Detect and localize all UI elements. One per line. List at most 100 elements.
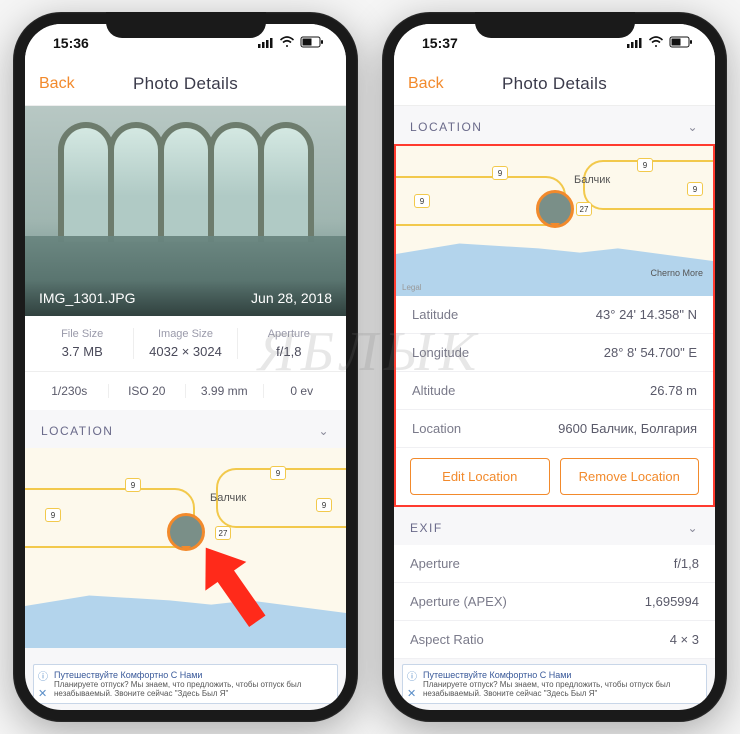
chevron-down-icon: ⌄ xyxy=(687,120,699,134)
navbar: Back Photo Details xyxy=(25,62,346,106)
map-city-label: Балчик xyxy=(210,492,246,504)
aperture-cell: Aperture f/1,8 xyxy=(238,328,340,359)
wifi-icon xyxy=(648,35,664,51)
road-shield: 9 xyxy=(45,508,61,522)
exif-aperture-value: f/1,8 xyxy=(674,556,699,571)
battery-icon xyxy=(300,35,324,51)
location-header[interactable]: LOCATION ⌄ xyxy=(394,106,715,144)
notch xyxy=(106,12,266,38)
exif-aperture-label: Aperture xyxy=(410,556,460,571)
status-right xyxy=(627,35,693,51)
exif-header-label: EXIF xyxy=(410,521,443,535)
page-title: Photo Details xyxy=(133,74,238,94)
notch xyxy=(475,12,635,38)
aperture-value: f/1,8 xyxy=(238,344,340,359)
photo-overlay: IMG_1301.JPG Jun 28, 2018 xyxy=(25,280,346,316)
back-button[interactable]: Back xyxy=(408,75,444,93)
location-header[interactable]: LOCATION ⌄ xyxy=(25,410,346,448)
status-right xyxy=(258,35,324,51)
map-pin[interactable] xyxy=(536,190,574,228)
altitude-row: Altitude 26.78 m xyxy=(396,372,713,410)
filesize-label: File Size xyxy=(31,328,133,340)
road-shield: 9 xyxy=(316,498,332,512)
signal-icon xyxy=(258,35,274,51)
latitude-label: Latitude xyxy=(412,307,458,322)
filename: IMG_1301.JPG xyxy=(39,290,136,306)
stats-row: 1/230s ISO 20 3.99 mm 0 ev xyxy=(25,372,346,410)
wifi-icon xyxy=(279,35,295,51)
map-pin[interactable] xyxy=(167,513,205,551)
ad-info-icon[interactable]: ⓘ xyxy=(407,668,417,683)
page-title: Photo Details xyxy=(502,74,607,94)
location-header-label: LOCATION xyxy=(410,120,482,134)
ad-banner[interactable]: ⓘ ✕ Путешествуйте Комфортно С Нами Плани… xyxy=(402,664,707,704)
remove-location-button[interactable]: Remove Location xyxy=(560,458,700,495)
location-value: 9600 Балчик, Болгария xyxy=(558,421,697,436)
status-time: 15:37 xyxy=(422,35,458,51)
shutter-value: 1/230s xyxy=(31,384,109,398)
ev-value: 0 ev xyxy=(264,384,341,398)
status-time: 15:36 xyxy=(53,35,89,51)
phone-right: 15:37 Back Photo Details LOCATION ⌄ xyxy=(382,12,727,722)
chevron-down-icon: ⌄ xyxy=(318,424,330,438)
ad-body: Планируете отпуск? Мы знаем, что предлож… xyxy=(54,680,301,698)
location-label: Location xyxy=(412,421,461,436)
exif-aperture-row: Aperture f/1,8 xyxy=(394,545,715,583)
latitude-value: 43° 24' 14.358" N xyxy=(596,307,697,322)
exif-aspect-label: Aspect Ratio xyxy=(410,632,484,647)
altitude-value: 26.78 m xyxy=(650,383,697,398)
imagesize-value: 4032 × 3024 xyxy=(134,344,236,359)
location-row: Location 9600 Балчик, Болгария xyxy=(396,410,713,448)
latitude-row: Latitude 43° 24' 14.358" N xyxy=(396,296,713,334)
map-city-label: Балчик xyxy=(574,174,610,186)
phone-left: 15:36 Back Photo Details xyxy=(13,12,358,722)
exif-apex-label: Aperture (APEX) xyxy=(410,594,507,609)
road-shield: 9 xyxy=(414,194,430,208)
road-shield: 9 xyxy=(125,478,141,492)
sea xyxy=(396,226,713,296)
exif-aspect-value: 4 × 3 xyxy=(670,632,699,647)
ad-banner[interactable]: ⓘ ✕ Путешествуйте Комфортно С Нами Плани… xyxy=(33,664,338,704)
road-shield: 9 xyxy=(637,158,653,172)
photo-date: Jun 28, 2018 xyxy=(251,290,332,306)
imagesize-label: Image Size xyxy=(134,328,236,340)
ad-body: Планируете отпуск? Мы знаем, что предлож… xyxy=(423,680,670,698)
map-legal[interactable]: Legal xyxy=(402,283,422,292)
ad-close-icon[interactable]: ✕ xyxy=(407,687,416,700)
photo-preview[interactable]: IMG_1301.JPG Jun 28, 2018 xyxy=(25,106,346,316)
screen-right: 15:37 Back Photo Details LOCATION ⌄ xyxy=(394,24,715,710)
location-map[interactable]: 9 9 27 9 9 Балчик xyxy=(25,448,346,648)
altitude-label: Altitude xyxy=(412,383,455,398)
location-map[interactable]: 9 9 27 9 9 Балчик Cherno More Legal xyxy=(396,146,713,296)
longitude-value: 28° 8' 54.700" E xyxy=(604,345,697,360)
navbar: Back Photo Details xyxy=(394,62,715,106)
content-left: IMG_1301.JPG Jun 28, 2018 File Size 3.7 … xyxy=(25,106,346,710)
iso-value: ISO 20 xyxy=(109,384,187,398)
imagesize-cell: Image Size 4032 × 3024 xyxy=(134,328,237,359)
highlight-box: 9 9 27 9 9 Балчик Cherno More Legal Lati… xyxy=(394,144,715,507)
longitude-row: Longitude 28° 8' 54.700" E xyxy=(396,334,713,372)
screen-left: 15:36 Back Photo Details xyxy=(25,24,346,710)
road-shield: 9 xyxy=(492,166,508,180)
edit-location-button[interactable]: Edit Location xyxy=(410,458,550,495)
content-right: LOCATION ⌄ 9 9 27 9 9 Балчик Cherno More… xyxy=(394,106,715,710)
filesize-value: 3.7 MB xyxy=(31,344,133,359)
map-cherno-label: Cherno More xyxy=(650,268,703,278)
filesize-cell: File Size 3.7 MB xyxy=(31,328,134,359)
longitude-label: Longitude xyxy=(412,345,469,360)
exif-apex-value: 1,695994 xyxy=(645,594,699,609)
location-buttons: Edit Location Remove Location xyxy=(396,448,713,505)
road-shield: 9 xyxy=(270,466,286,480)
exif-aspect-row: Aspect Ratio 4 × 3 xyxy=(394,621,715,659)
signal-icon xyxy=(627,35,643,51)
ad-info-icon[interactable]: ⓘ xyxy=(38,668,48,683)
back-button[interactable]: Back xyxy=(39,75,75,93)
ad-close-icon[interactable]: ✕ xyxy=(38,687,47,700)
exif-apex-row: Aperture (APEX) 1,695994 xyxy=(394,583,715,621)
battery-icon xyxy=(669,35,693,51)
road-shield: 27 xyxy=(576,202,592,216)
ad-title: Путешествуйте Комфортно С Нами xyxy=(54,670,202,680)
exif-header[interactable]: EXIF ⌄ xyxy=(394,507,715,545)
location-header-label: LOCATION xyxy=(41,424,113,438)
ad-title: Путешествуйте Комфортно С Нами xyxy=(423,670,571,680)
